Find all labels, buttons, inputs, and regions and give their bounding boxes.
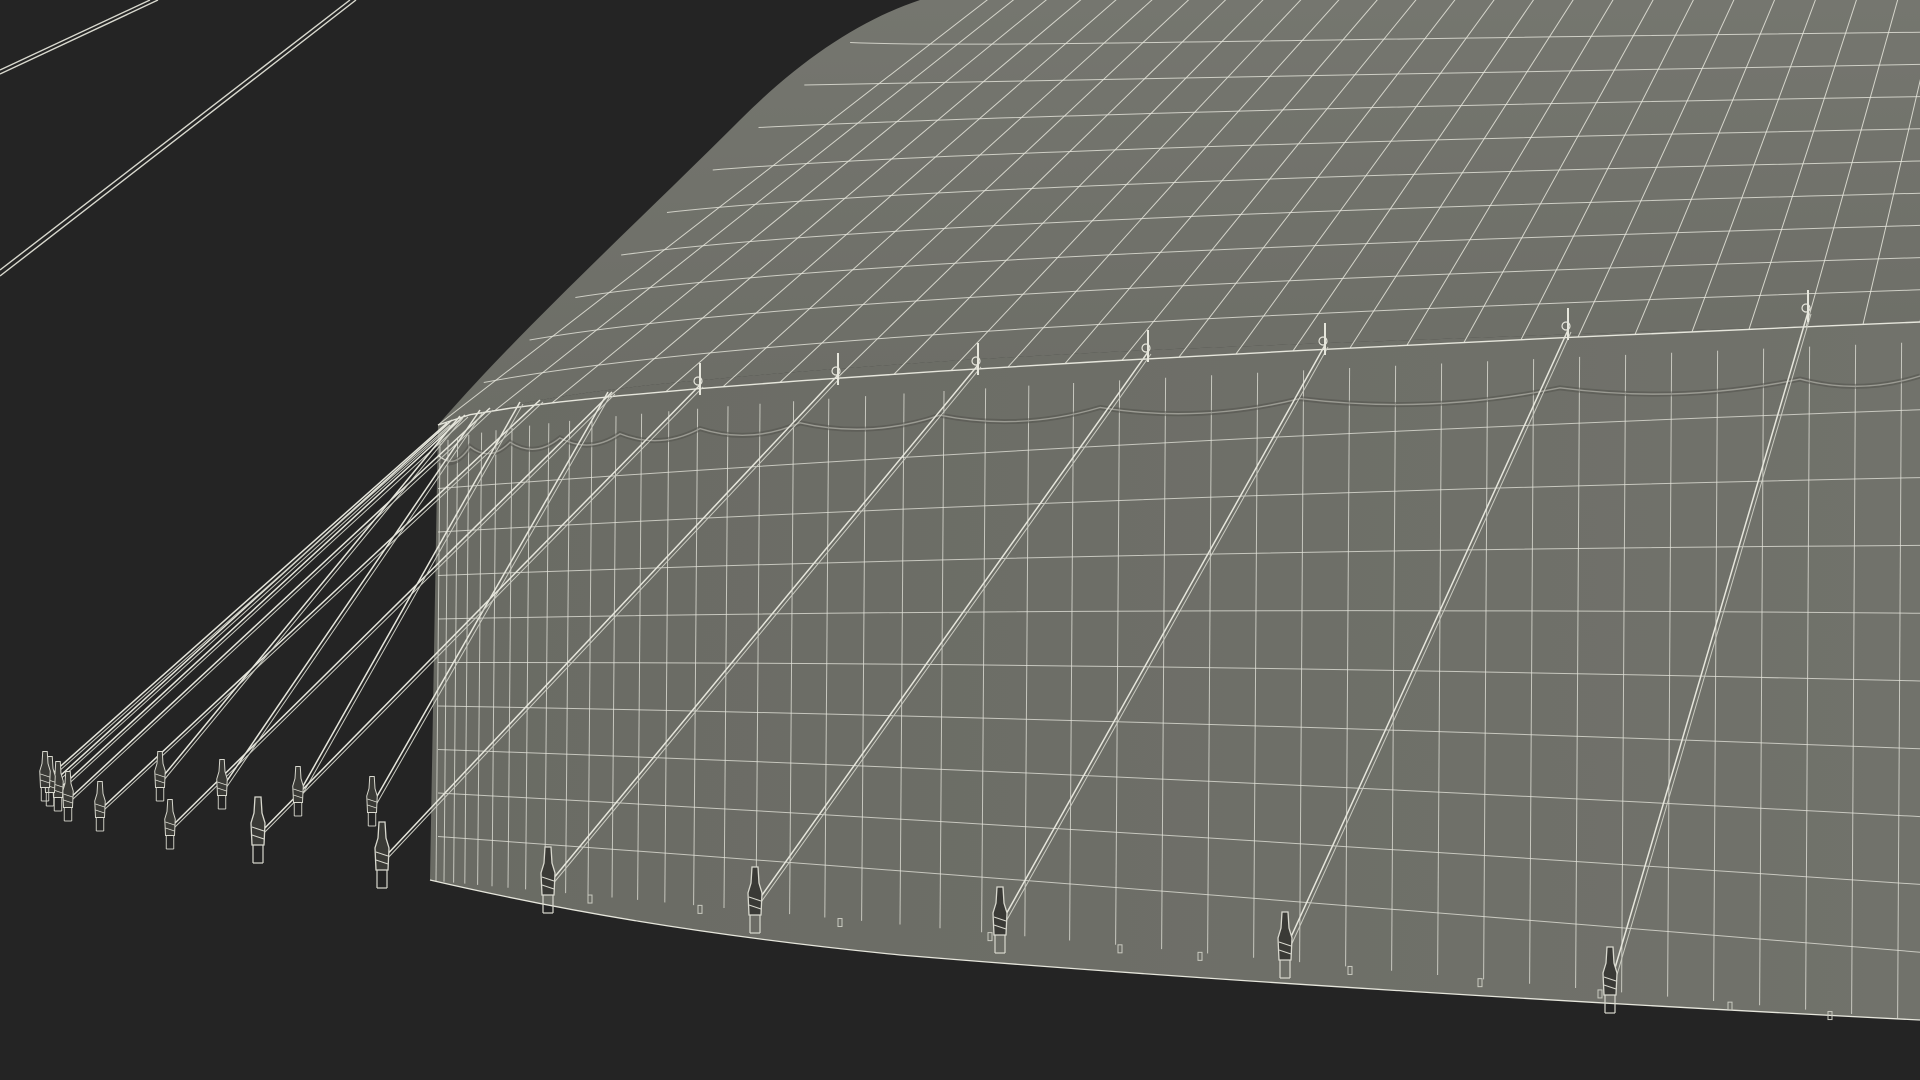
- background-wire-lines: [0, 0, 357, 277]
- tent-wireframe-render: [0, 0, 1920, 1021]
- stake-icon: [216, 759, 228, 810]
- stake-icon: [62, 771, 74, 822]
- guy-rope-icon: [53, 421, 456, 786]
- stake-icon: [94, 781, 106, 832]
- guy-rope-icon: [67, 407, 491, 801]
- viewport: [0, 0, 1920, 1080]
- stake-icon: [164, 799, 176, 850]
- guy-rope-icon: [48, 424, 451, 781]
- stake-icon: [250, 796, 266, 864]
- stake-icon: [366, 776, 378, 827]
- stake-icon: [374, 821, 390, 889]
- guy-rope-icon: [49, 419, 453, 786]
- guy-rope-icon: [71, 409, 494, 801]
- guy-rope-icon: [44, 422, 448, 781]
- guy-rope-icon: [159, 415, 461, 781]
- stake-icon: [154, 751, 166, 802]
- guy-rope-icon: [57, 414, 466, 791]
- tent-wall: [430, 322, 1920, 1020]
- stake-icon: [292, 766, 304, 817]
